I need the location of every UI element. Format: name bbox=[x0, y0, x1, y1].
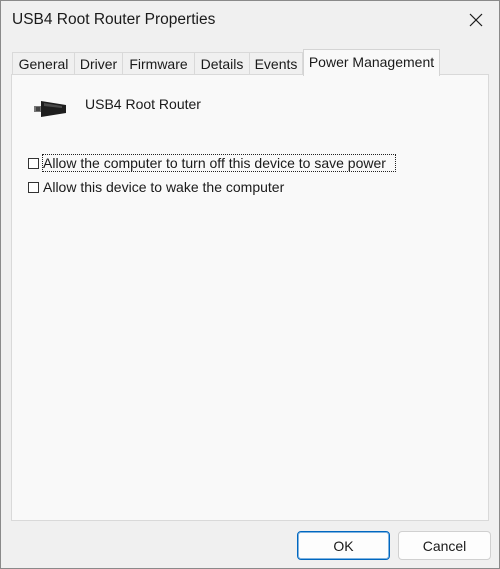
cancel-button[interactable]: Cancel bbox=[398, 531, 491, 560]
tab-driver[interactable]: Driver bbox=[74, 52, 122, 74]
tab-panel: USB4 Root Router Allow the computer to t… bbox=[11, 74, 489, 521]
tab-events[interactable]: Events bbox=[249, 52, 303, 74]
allow-turn-off-option[interactable]: Allow the computer to turn off this devi… bbox=[28, 154, 396, 172]
device-name: USB4 Root Router bbox=[85, 96, 201, 112]
allow-wake-option[interactable]: Allow this device to wake the computer bbox=[28, 178, 284, 196]
tab-general[interactable]: General bbox=[12, 52, 74, 74]
allow-turn-off-label: Allow the computer to turn off this devi… bbox=[42, 154, 396, 172]
close-button[interactable] bbox=[453, 1, 499, 39]
title-bar: USB4 Root Router Properties bbox=[1, 1, 499, 41]
tab-details[interactable]: Details bbox=[194, 52, 249, 74]
allow-wake-label: Allow this device to wake the computer bbox=[43, 179, 285, 195]
allow-turn-off-checkbox[interactable] bbox=[28, 157, 39, 169]
close-icon bbox=[469, 13, 483, 27]
usb-connector-icon bbox=[34, 101, 66, 117]
ok-button[interactable]: OK bbox=[297, 531, 390, 560]
properties-dialog: USB4 Root Router Properties General Driv… bbox=[0, 0, 500, 569]
window-title: USB4 Root Router Properties bbox=[12, 11, 216, 28]
tab-power-management[interactable]: Power Management bbox=[303, 49, 440, 76]
tab-firmware[interactable]: Firmware bbox=[122, 52, 194, 74]
allow-wake-checkbox[interactable] bbox=[28, 181, 39, 193]
